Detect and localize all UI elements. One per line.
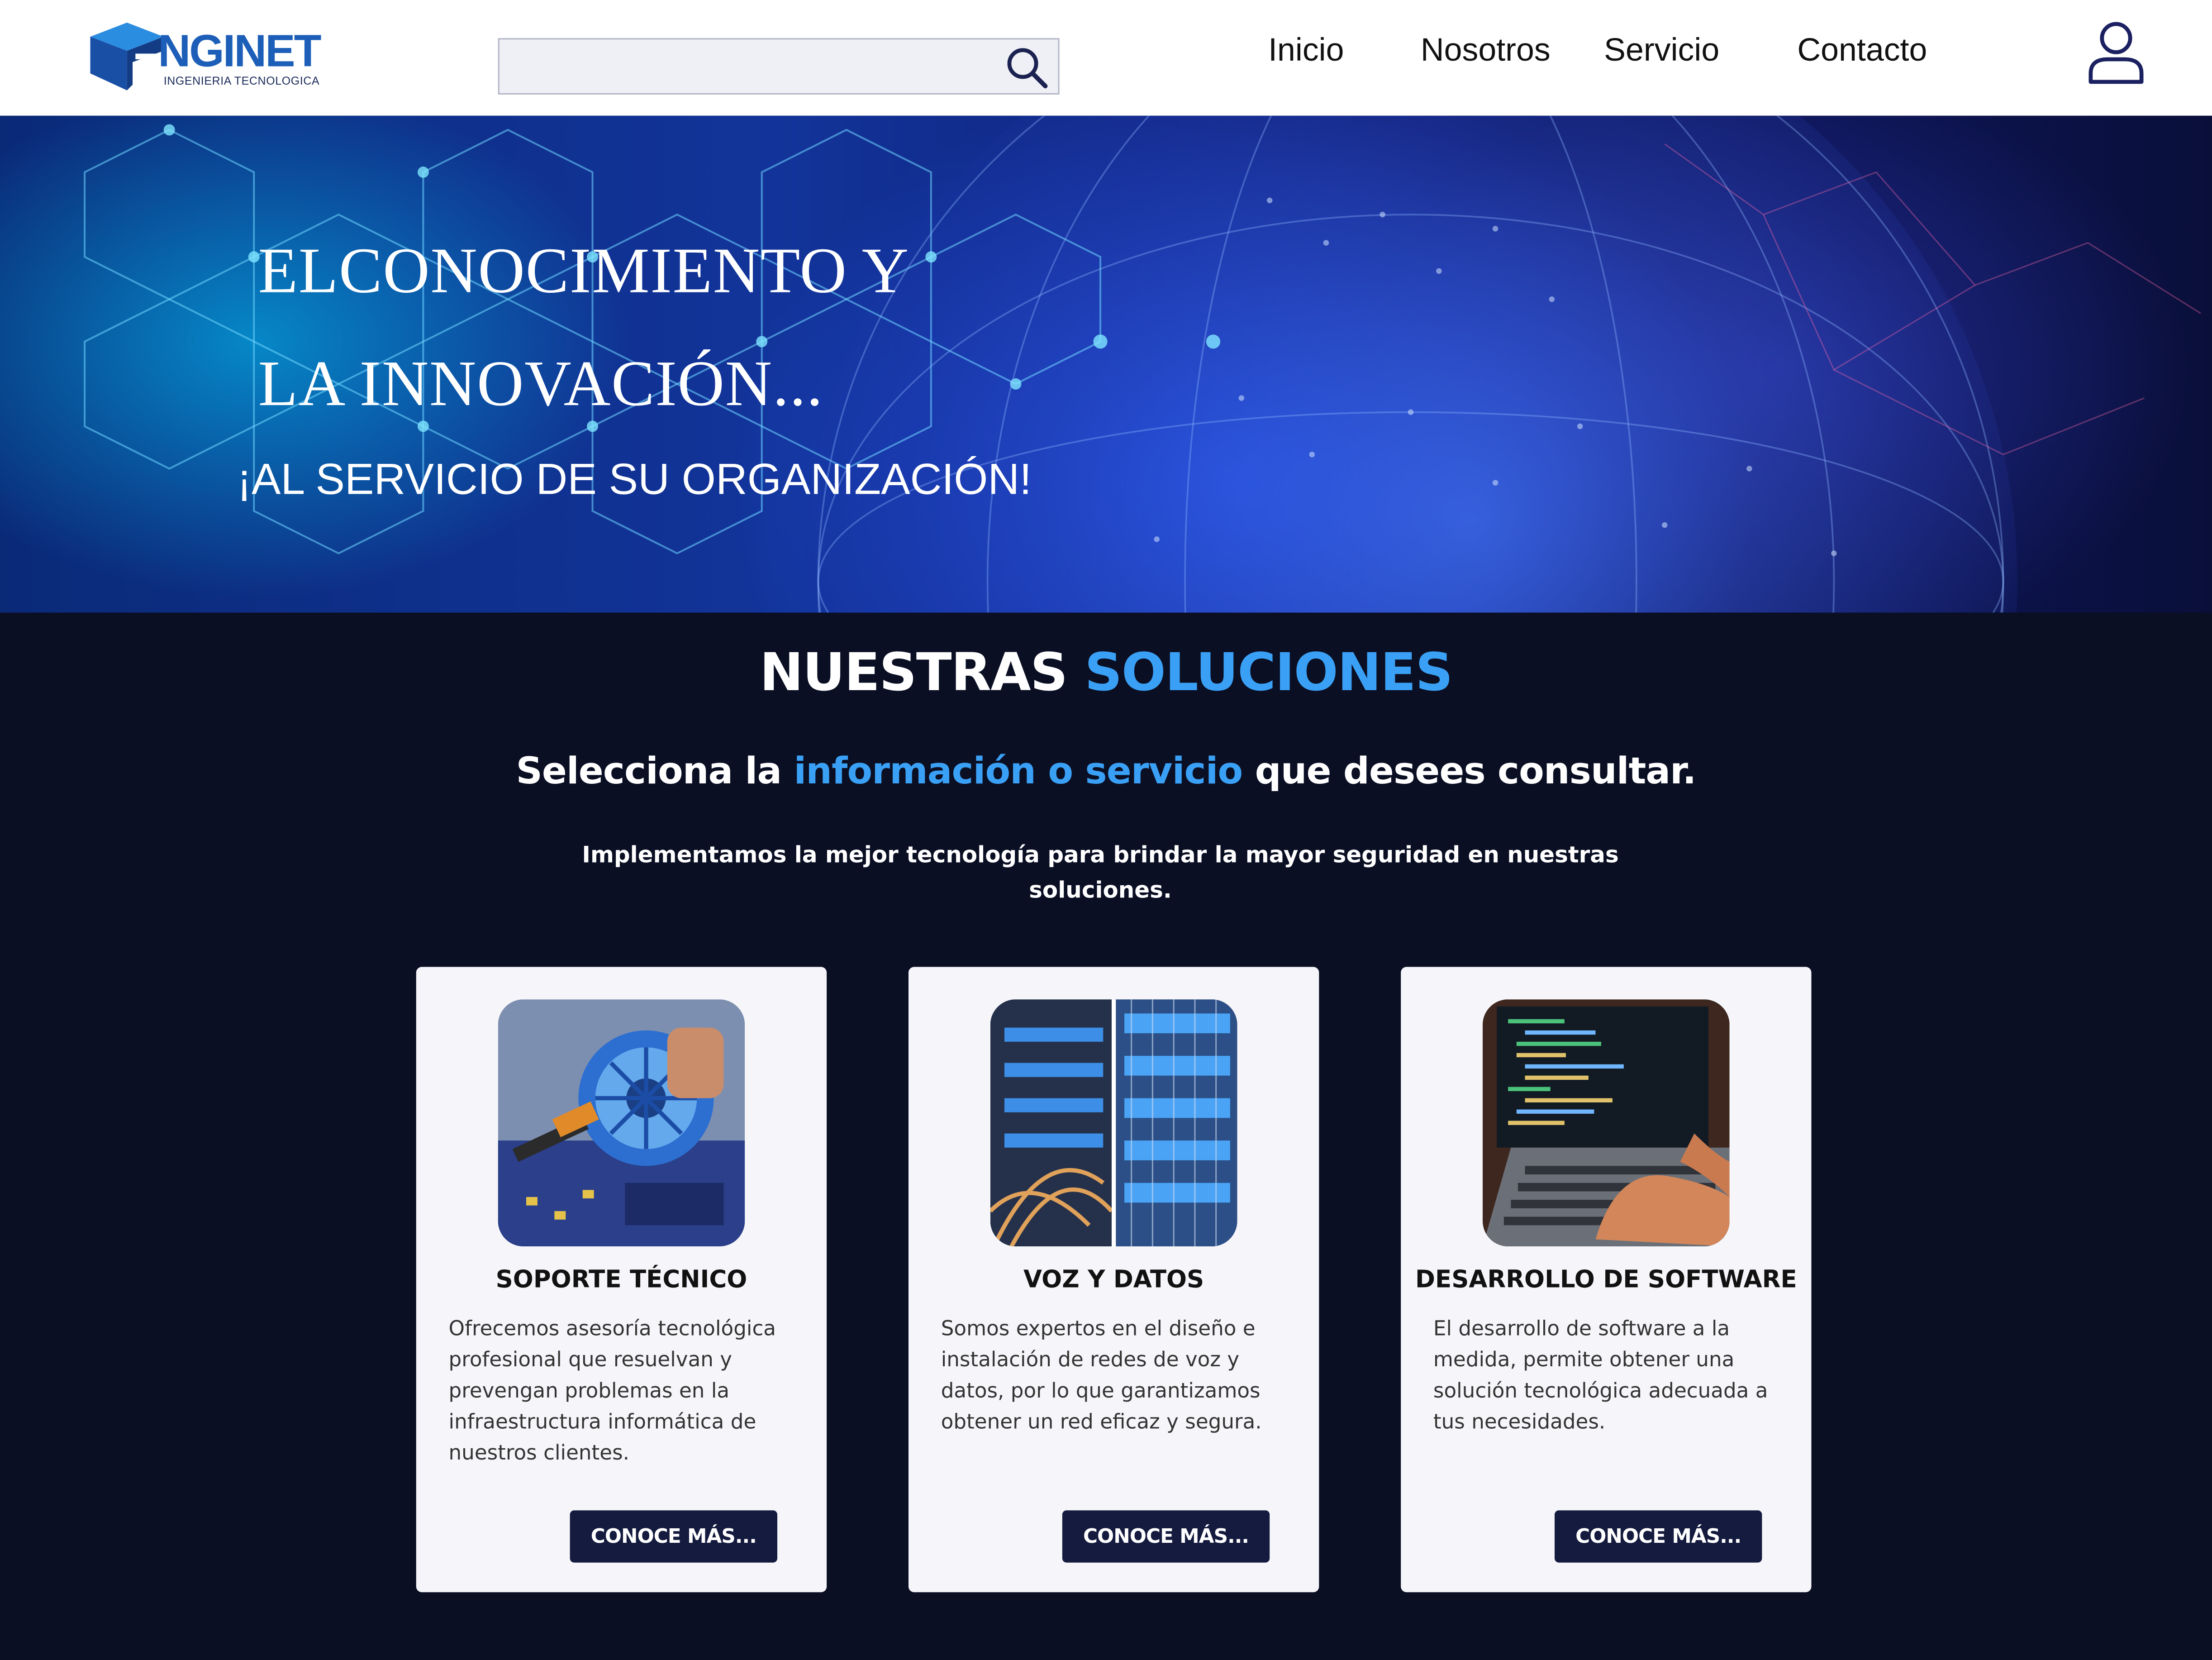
hero-title-line-1: ELCONOCIMIENTO Y — [258, 234, 909, 306]
nav-nosotros[interactable]: Nosotros — [1421, 31, 1551, 69]
conoce-mas-button[interactable]: CONOCE MÁS... — [1555, 1510, 1762, 1563]
soporte-image — [498, 999, 745, 1247]
solutions-heading-accent: SOLUCIONES — [1085, 642, 1453, 703]
card-title: SOPORTE TÉCNICO — [495, 1266, 747, 1295]
logo-text: NGINET — [158, 25, 321, 76]
nav-servicio[interactable]: Servicio — [1604, 31, 1719, 69]
solutions-heading: NUESTRAS SOLUCIONES — [0, 642, 2212, 703]
solutions-lead: Selecciona la información o servicio que… — [0, 751, 2212, 793]
card-text: Ofrecemos asesoría tecnológica profesion… — [448, 1318, 776, 1465]
hero-title: ELCONOCIMIENTO Y LA INNOVACIÓN... — [258, 215, 1246, 440]
conoce-mas-button[interactable]: CONOCE MÁS... — [570, 1510, 778, 1563]
solutions-lead-part3: que desees consultar. — [1242, 751, 1697, 793]
service-card-voz-datos: VOZ Y DATOS Somos expertos en el diseño … — [908, 967, 1319, 1593]
logo-subtitle: INGENIERIA TECNOLOGICA — [163, 75, 320, 88]
card-title: VOZ Y DATOS — [1023, 1266, 1204, 1295]
solutions-description: Implementamos la mejor tecnología para b… — [582, 841, 1619, 904]
search-box — [498, 38, 1060, 95]
service-card-desarrollo: DESARROLLO DE SOFTWARE El desarrollo de … — [1401, 967, 1812, 1593]
nav-contacto[interactable]: Contacto — [1797, 31, 1927, 69]
brand-logo[interactable]: NGINET INGENIERIA TECNOLOGICA — [85, 20, 352, 93]
solutions-lead-part1: Selecciona la — [516, 751, 794, 793]
desarrollo-image — [1483, 999, 1730, 1247]
user-icon[interactable] — [2085, 20, 2147, 85]
hero-title-line-2: LA INNOVACIÓN... — [258, 347, 824, 420]
nav-inicio[interactable]: Inicio — [1268, 31, 1344, 69]
card-title: DESARROLLO DE SOFTWARE — [1415, 1266, 1797, 1295]
search-input[interactable] — [510, 48, 996, 88]
top-navbar: NGINET INGENIERIA TECNOLOGICA Inicio Nos… — [0, 0, 2212, 116]
card-text: Somos expertos en el diseño e instalació… — [941, 1318, 1262, 1434]
hero-subtitle: ¡AL SERVICIO DE SU ORGANIZACIÓN! — [237, 454, 1032, 504]
page: NGINET INGENIERIA TECNOLOGICA Inicio Nos… — [0, 0, 2212, 1660]
logo-mark-icon — [90, 22, 164, 91]
solutions-lead-accent: información o servicio — [794, 751, 1243, 793]
solutions-heading-part1: NUESTRAS — [760, 642, 1085, 703]
conoce-mas-button[interactable]: CONOCE MÁS... — [1062, 1510, 1270, 1563]
hero-banner: ELCONOCIMIENTO Y LA INNOVACIÓN... ¡AL SE… — [0, 115, 2212, 613]
service-card-soporte: SOPORTE TÉCNICO Ofrecemos asesoría tecno… — [416, 967, 827, 1593]
search-icon[interactable] — [1004, 45, 1050, 91]
voz-datos-image — [990, 999, 1237, 1247]
card-text: El desarrollo de software a la medida, p… — [1433, 1318, 1768, 1434]
